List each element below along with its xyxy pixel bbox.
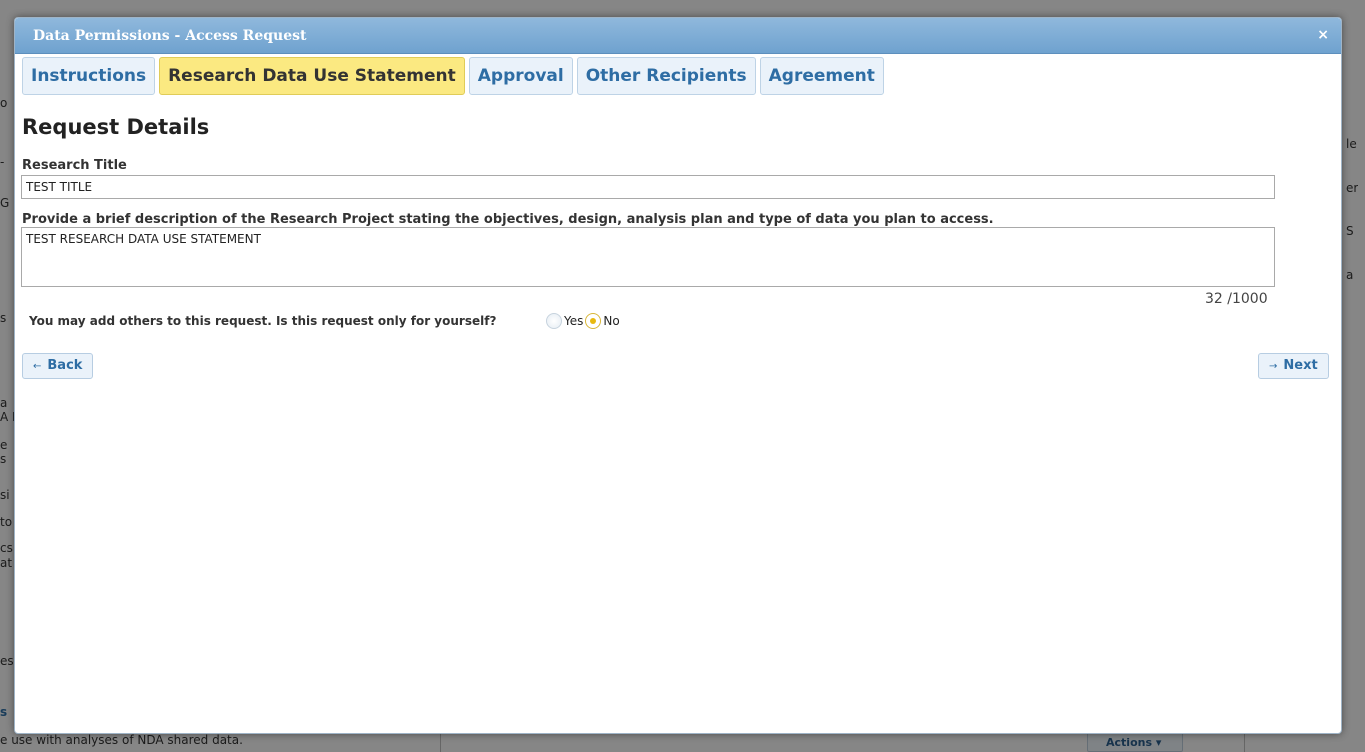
self-only-question: You may add others to this request. Is t… (29, 314, 497, 328)
tab-other-recipients[interactable]: Other Recipients (576, 57, 756, 95)
access-request-dialog: Data Permissions - Access Request × Inst… (14, 17, 1342, 734)
next-button-label: Next (1283, 358, 1318, 373)
no-radio[interactable] (585, 313, 602, 329)
description-textarea[interactable]: TEST RESEARCH DATA USE STATEMENT (21, 227, 1275, 287)
tab-instructions[interactable]: Instructions (22, 57, 156, 95)
next-button[interactable]: → Next (1258, 353, 1329, 379)
section-title: Request Details (22, 115, 210, 139)
no-radio-label[interactable]: No (603, 314, 619, 328)
dialog-title: Data Permissions - Access Request (33, 28, 307, 44)
research-title-input[interactable] (21, 175, 1275, 199)
yes-radio-label[interactable]: Yes (564, 314, 583, 328)
yes-radio[interactable] (546, 313, 562, 329)
dialog-header: Data Permissions - Access Request × (15, 18, 1341, 54)
character-counter: 32 /1000 (1205, 291, 1268, 307)
self-only-radio-group: Yes No (546, 313, 622, 329)
description-label: Provide a brief description of the Resea… (22, 212, 994, 227)
close-icon[interactable]: × (1317, 27, 1329, 43)
tab-research-data-use-statement[interactable]: Research Data Use Statement (159, 57, 465, 95)
back-button[interactable]: ← Back (22, 353, 94, 379)
tab-approval[interactable]: Approval (468, 57, 573, 95)
arrow-right-icon: → (1269, 361, 1278, 372)
back-button-label: Back (47, 358, 83, 373)
arrow-left-icon: ← (33, 361, 42, 372)
tab-bar: Instructions Research Data Use Statement… (22, 57, 884, 95)
tab-agreement[interactable]: Agreement (759, 57, 884, 95)
research-title-label: Research Title (22, 158, 127, 173)
